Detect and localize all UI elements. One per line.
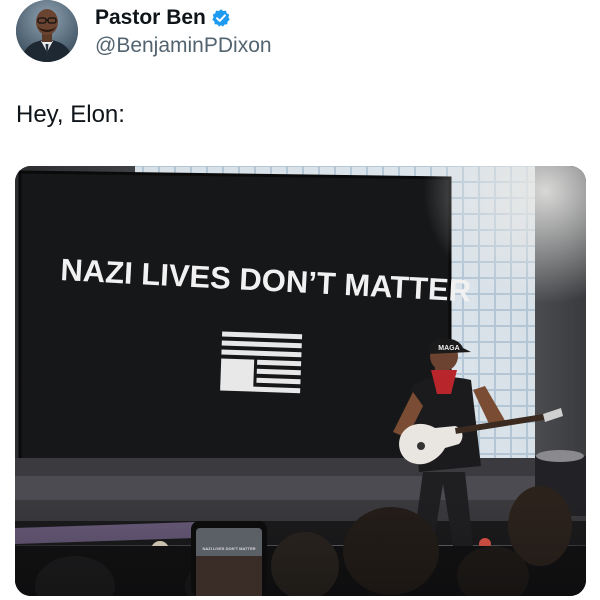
crowd bbox=[15, 486, 586, 596]
verified-badge-icon bbox=[211, 8, 231, 28]
tweet-text: Hey, Elon: bbox=[16, 101, 125, 128]
display-name-row: Pastor Ben bbox=[95, 5, 272, 31]
display-name[interactable]: Pastor Ben bbox=[95, 6, 206, 30]
author-names: Pastor Ben @BenjaminPDixon bbox=[95, 5, 272, 58]
tweet-header: Pastor Ben @BenjaminPDixon bbox=[16, 0, 272, 62]
avatar[interactable] bbox=[16, 0, 78, 62]
tweet-card: Pastor Ben @BenjaminPDixon Hey, Elon: NA… bbox=[0, 0, 600, 600]
phone-screen-text: NAZI LIVES DON’T MATTER bbox=[202, 546, 255, 551]
tweet-photo[interactable]: NAZI LIVES DON’T MATTER MAGA NAZI LIVES … bbox=[15, 166, 586, 596]
author-handle[interactable]: @BenjaminPDixon bbox=[95, 34, 272, 58]
cap-text: MAGA bbox=[438, 345, 459, 352]
phone-in-crowd: NAZI LIVES DON’T MATTER bbox=[191, 521, 267, 596]
